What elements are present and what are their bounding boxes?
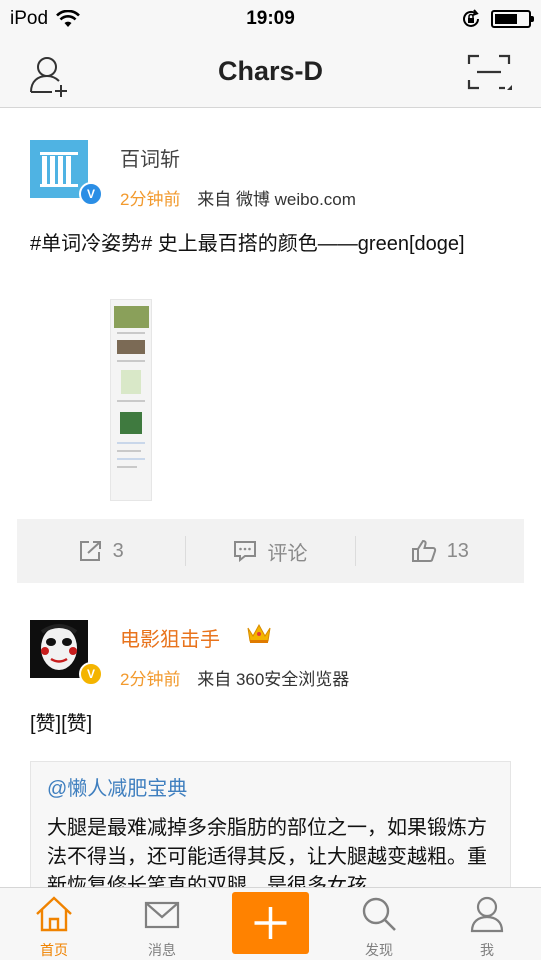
status-bar: iPod 19:09 <box>0 0 541 38</box>
post-username[interactable]: 电影狙击手 <box>120 623 220 652</box>
repost-text: 大腿是最难减掉多余脂肪的部位之一，如果锻炼方法不得当，还可能适得其反，让大腿越变… <box>47 817 487 887</box>
tab-home[interactable]: 首页 <box>14 888 94 960</box>
image-line <box>117 400 145 402</box>
image-line <box>117 442 145 444</box>
post-time: 2分钟前 <box>120 670 181 689</box>
image-line <box>117 360 145 362</box>
repost-icon <box>79 541 101 561</box>
tab-me[interactable]: 我 <box>447 888 527 960</box>
tab-discover[interactable]: 发现 <box>339 888 419 960</box>
compose-button[interactable] <box>232 892 309 954</box>
status-right <box>461 9 534 29</box>
comment-icon <box>234 541 257 562</box>
verified-badge-icon: V <box>79 182 103 206</box>
image-block <box>120 412 142 434</box>
vip-badge-icon: V <box>79 662 103 686</box>
plus-icon <box>254 907 287 939</box>
post-text: [赞][赞] <box>30 713 93 735</box>
tab-messages[interactable]: 消息 <box>122 888 202 960</box>
page-title: Chars-D <box>217 56 324 86</box>
orientation-lock-icon <box>463 9 479 27</box>
like-button[interactable]: 13 <box>356 539 524 563</box>
crown-icon[interactable] <box>246 621 272 645</box>
repost-card[interactable]: @懒人减肥宝典 大腿是最难减掉多余脂肪的部位之一，如果锻炼方法不得当，还可能适得… <box>30 761 511 887</box>
image-block <box>121 370 141 394</box>
image-line <box>117 458 145 460</box>
post-image[interactable] <box>110 299 152 501</box>
post-action-bar: 3 评论 13 <box>17 519 524 583</box>
feed[interactable]: V 百词斩 2分钟前 来自 微博 weibo.com #单词冷姿势# 史上最百搭… <box>0 109 541 887</box>
image-line <box>117 332 145 334</box>
post-source[interactable]: 微博 weibo.com <box>236 190 356 209</box>
post-source[interactable]: 360安全浏览器 <box>236 670 349 689</box>
scan-icon[interactable] <box>467 54 513 94</box>
like-icon <box>411 539 436 562</box>
tab-label: 首页 <box>40 942 68 958</box>
post-meta: 2分钟前 来自 微博 weibo.com <box>120 185 356 210</box>
comment-button[interactable]: 评论 <box>186 537 354 566</box>
repost-username[interactable]: @懒人减肥宝典 <box>47 772 187 801</box>
image-line <box>117 450 141 452</box>
repost-count: 3 <box>112 539 124 562</box>
like-count: 13 <box>446 539 469 562</box>
repost-button[interactable]: 3 <box>17 540 185 563</box>
post-meta: 2分钟前 来自 360安全浏览器 <box>120 665 349 690</box>
post-source-prefix: 来自 <box>197 190 232 209</box>
tab-label: 发现 <box>365 942 393 958</box>
battery-icon <box>491 10 534 28</box>
image-block <box>114 306 149 328</box>
image-block <box>117 340 145 354</box>
tab-label: 消息 <box>148 942 176 958</box>
image-line <box>117 466 137 468</box>
status-time: 19:09 <box>246 8 295 29</box>
profile-icon <box>470 896 504 933</box>
comment-label: 评论 <box>267 542 308 565</box>
tab-bar: 首页 消息 发现 我 <box>0 887 541 960</box>
nav-bar: Chars-D <box>0 38 541 108</box>
message-icon <box>144 901 180 929</box>
search-icon <box>362 897 396 931</box>
post-text: #单词冷姿势# 史上最百搭的颜色——green[doge] <box>30 233 465 255</box>
post-time: 2分钟前 <box>120 190 181 209</box>
post-source-prefix: 来自 <box>197 670 232 689</box>
tab-label: 我 <box>480 942 494 958</box>
post-username[interactable]: 百词斩 <box>120 143 180 172</box>
home-icon <box>36 896 72 932</box>
